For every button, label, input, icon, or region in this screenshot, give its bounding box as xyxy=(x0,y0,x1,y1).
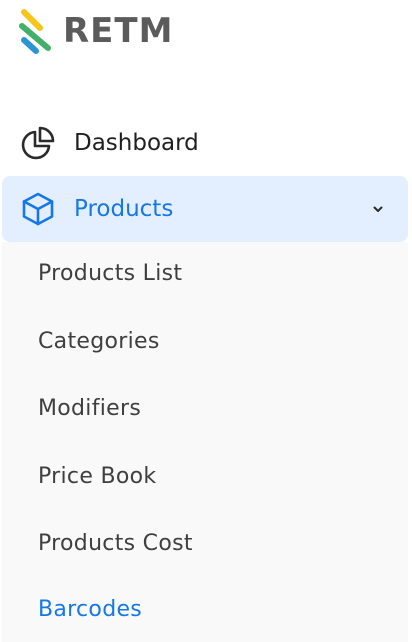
chevron-down-icon[interactable] xyxy=(370,201,386,217)
submenu-item-products-cost[interactable]: Products Cost xyxy=(38,529,193,559)
submenu-item-modifiers[interactable]: Modifiers xyxy=(38,394,141,424)
nav-label-products: Products xyxy=(74,196,174,222)
brand-logo[interactable]: RETM xyxy=(18,6,173,56)
cube-icon xyxy=(20,191,56,227)
brand-name: RETM xyxy=(63,11,174,51)
nav-item-products[interactable]: Products xyxy=(2,176,408,242)
submenu-item-categories[interactable]: Categories xyxy=(38,327,160,357)
submenu-item-barcodes[interactable]: Barcodes xyxy=(38,595,142,625)
sidebar: RETM Dashboard Products Products List Ca… xyxy=(0,0,412,642)
products-submenu: Products List Categories Modifiers Price… xyxy=(2,242,408,642)
submenu-item-products-list[interactable]: Products List xyxy=(38,259,182,289)
submenu-item-price-book[interactable]: Price Book xyxy=(38,462,156,492)
nav-item-dashboard[interactable]: Dashboard xyxy=(2,110,408,176)
pie-chart-icon xyxy=(20,125,56,161)
stripes-logo-icon xyxy=(19,9,51,54)
nav-label-dashboard: Dashboard xyxy=(74,130,199,156)
